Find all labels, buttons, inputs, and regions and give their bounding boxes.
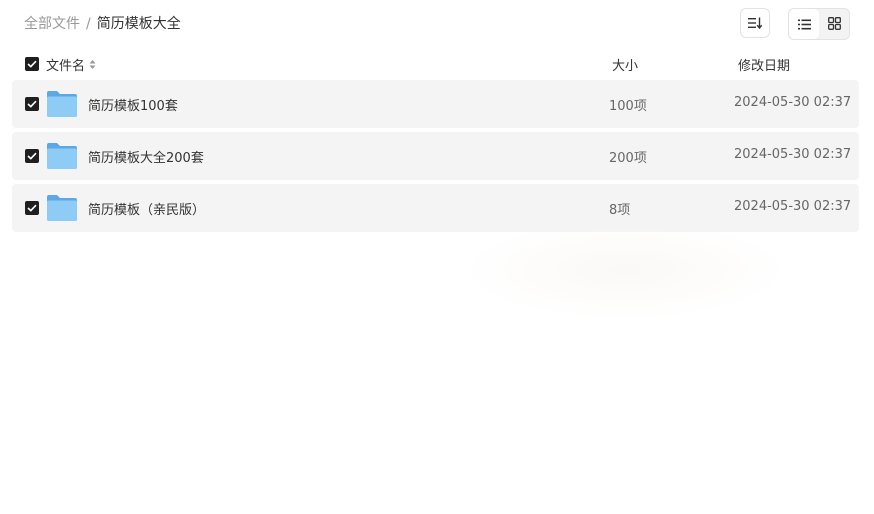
row-checkbox[interactable] bbox=[25, 97, 39, 111]
grid-view-button[interactable] bbox=[819, 9, 849, 39]
file-browser: 全部文件 / 简历模板大全 文件名 大小 修改日期 简历模板100套 100项 … bbox=[0, 0, 874, 514]
folder-icon bbox=[47, 142, 77, 169]
list-view-icon bbox=[797, 15, 811, 34]
list-header: 文件名 大小 修改日期 bbox=[0, 52, 874, 76]
breadcrumb: 全部文件 / 简历模板大全 bbox=[24, 14, 181, 34]
file-date: 2024-05-30 02:37 bbox=[734, 199, 852, 214]
sort-toggle-icon bbox=[89, 59, 96, 70]
file-name[interactable]: 简历模板（亲民版） bbox=[88, 199, 205, 218]
file-row[interactable]: 简历模板100套 100项 2024-05-30 02:37 bbox=[12, 80, 859, 128]
file-row[interactable]: 简历模板（亲民版） 8项 2024-05-30 02:37 bbox=[12, 184, 859, 232]
folder-icon bbox=[47, 90, 77, 117]
sort-button[interactable] bbox=[740, 8, 770, 38]
file-size: 100项 bbox=[609, 99, 647, 114]
column-header-size[interactable]: 大小 bbox=[612, 55, 638, 74]
file-size: 200项 bbox=[609, 151, 647, 166]
file-name[interactable]: 简历模板100套 bbox=[88, 95, 178, 114]
checkmark-icon bbox=[27, 201, 37, 216]
row-checkbox[interactable] bbox=[25, 149, 39, 163]
file-date: 2024-05-30 02:37 bbox=[734, 147, 852, 162]
file-row[interactable]: 简历模板大全200套 200项 2024-05-30 02:37 bbox=[12, 132, 859, 180]
checkmark-icon bbox=[27, 57, 37, 72]
row-checkbox[interactable] bbox=[25, 201, 39, 215]
breadcrumb-current: 简历模板大全 bbox=[96, 16, 181, 32]
checkmark-icon bbox=[27, 97, 37, 112]
view-mode-toggle bbox=[788, 8, 850, 40]
sort-descending-icon bbox=[748, 14, 763, 33]
checkmark-icon bbox=[27, 149, 37, 164]
file-size: 8项 bbox=[609, 203, 631, 218]
file-name[interactable]: 简历模板大全200套 bbox=[88, 147, 204, 166]
breadcrumb-separator: / bbox=[86, 16, 91, 32]
folder-icon bbox=[47, 194, 77, 221]
column-header-date[interactable]: 修改日期 bbox=[738, 55, 790, 74]
breadcrumb-root-link[interactable]: 全部文件 bbox=[24, 14, 80, 34]
background-glow bbox=[460, 220, 790, 320]
file-date: 2024-05-30 02:37 bbox=[734, 95, 852, 110]
column-header-name-label: 文件名 bbox=[46, 59, 86, 74]
column-header-name[interactable]: 文件名 bbox=[46, 55, 96, 74]
list-view-button[interactable] bbox=[789, 9, 819, 39]
grid-view-icon bbox=[827, 15, 841, 34]
select-all-checkbox[interactable] bbox=[25, 57, 39, 71]
